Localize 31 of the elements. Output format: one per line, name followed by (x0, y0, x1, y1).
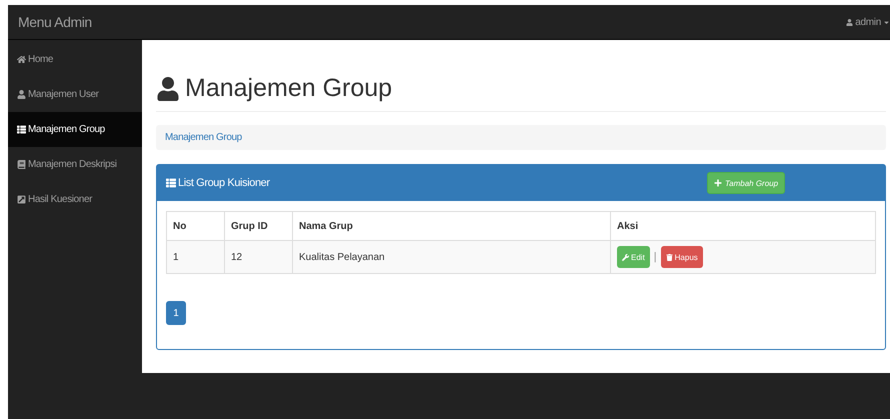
list-icon (17, 125, 26, 134)
trash-icon (666, 254, 673, 260)
user-icon (846, 18, 854, 26)
page-button[interactable]: 1 (166, 301, 186, 325)
wrench-icon (622, 254, 629, 260)
panel-title: List Group Kuisioner (178, 177, 270, 189)
book-icon (17, 160, 26, 169)
sidebar-item[interactable]: Manajemen Deskripsi (8, 147, 142, 182)
caret-icon (883, 18, 890, 26)
table-cell: Kualitas Pelayanan (292, 240, 610, 274)
sidebar-item[interactable]: Manajemen User (8, 77, 142, 112)
user-icon (17, 90, 26, 99)
delete-button[interactable]: Hapus (660, 246, 703, 268)
sidebar-item[interactable]: Home (8, 42, 142, 77)
column-header: No (166, 212, 224, 240)
home-icon (17, 55, 26, 64)
column-header: Aksi (610, 212, 876, 240)
list-icon (166, 178, 176, 188)
separator: | (654, 251, 657, 263)
page-title-text: Manajemen Group (185, 74, 392, 103)
table-cell: 1 (166, 240, 224, 274)
sidebar-item[interactable]: Hasil Kuesioner (8, 182, 142, 217)
sidebar-item[interactable]: Manajemen Group (8, 112, 142, 147)
user-icon (156, 76, 180, 100)
user-menu[interactable]: admin (846, 16, 890, 28)
breadcrumb-link[interactable]: Manajemen Group (165, 132, 242, 143)
external-link-icon (17, 195, 26, 204)
plus-icon (714, 179, 722, 187)
column-header: Nama Grup (292, 212, 610, 240)
brand-title: Menu Admin (18, 14, 92, 30)
table-cell: 12 (224, 240, 292, 274)
